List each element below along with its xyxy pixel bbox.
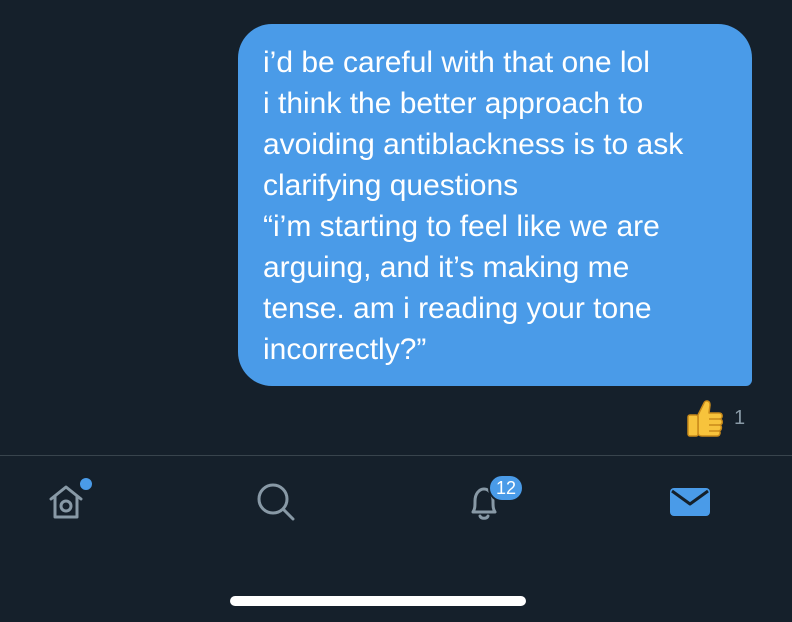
message-line: avoiding antiblackness is to ask [263, 128, 684, 161]
search-icon [253, 479, 299, 530]
message-line: incorrectly?” [263, 333, 427, 366]
reaction-count: 1 [734, 406, 746, 429]
tab-messages[interactable] [666, 480, 714, 528]
tab-notifications[interactable]: 12 [460, 474, 524, 528]
home-unread-dot [78, 476, 94, 492]
mail-icon [667, 479, 713, 530]
reaction[interactable]: 1 [684, 398, 745, 442]
thumbs-up-icon [684, 397, 726, 444]
message-line: arguing, and it’s making me [263, 251, 630, 284]
message-line: i’d be careful with that one lol [263, 46, 650, 79]
tab-home[interactable] [42, 476, 94, 528]
tab-bar-divider [0, 455, 792, 456]
message-line: clarifying questions [263, 169, 519, 202]
home-indicator[interactable] [230, 596, 526, 606]
message-line: tense. am i reading your tone [263, 292, 652, 325]
message-line: “i’m starting to feel like we are [263, 210, 660, 243]
notification-count-badge: 12 [488, 474, 524, 502]
message-bubble[interactable]: i’d be careful with that one lol i think… [238, 24, 752, 386]
message-line: i think the better approach to [263, 87, 644, 120]
tab-search[interactable] [252, 480, 300, 528]
